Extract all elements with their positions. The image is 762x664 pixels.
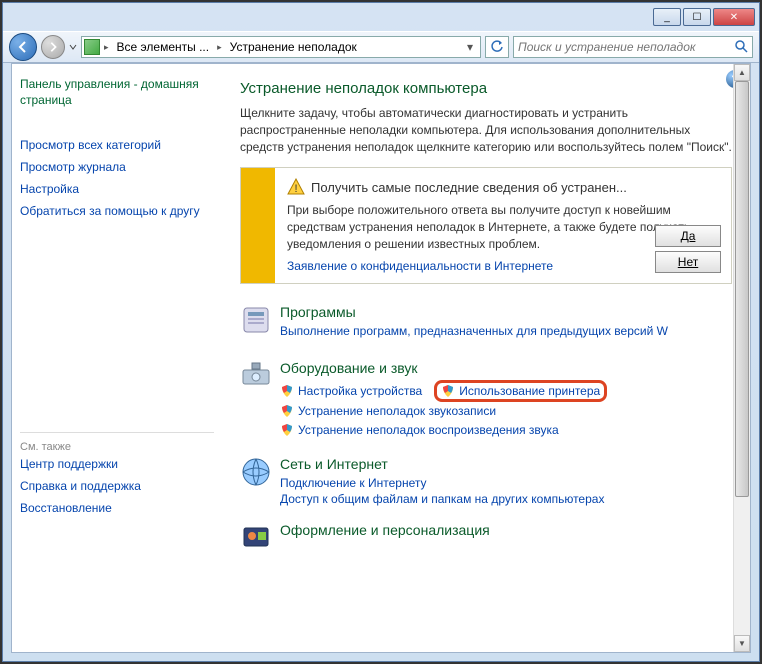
main-panel: ? Устранение неполадок компьютера Щелкни… — [222, 64, 750, 652]
task-link[interactable]: Использование принтера — [434, 380, 607, 402]
personalization-icon — [240, 522, 272, 554]
no-button[interactable]: Нет — [655, 251, 721, 273]
vertical-scrollbar[interactable]: ▲ ▼ — [733, 64, 750, 652]
sidebar-link-settings[interactable]: Настройка — [20, 178, 214, 200]
close-button[interactable]: ✕ — [713, 8, 755, 26]
address-bar[interactable]: ▸ Все элементы ... ▸ Устранение неполадо… — [81, 36, 481, 58]
titlebar: _ ☐ ✕ — [3, 3, 759, 31]
task-link[interactable]: Настройка устройства — [280, 380, 422, 402]
sidebar-link-action-center[interactable]: Центр поддержки — [20, 453, 214, 475]
warning-icon: ! — [287, 178, 305, 196]
page-description: Щелкните задачу, чтобы автоматически диа… — [240, 105, 732, 155]
sidebar-link-recovery[interactable]: Восстановление — [20, 497, 214, 519]
search-box[interactable] — [513, 36, 753, 58]
navbar: ▸ Все элементы ... ▸ Устранение неполадо… — [3, 31, 759, 63]
category-title[interactable]: Оборудование и звук — [280, 360, 732, 376]
back-button[interactable] — [9, 33, 37, 61]
category-programs: Программы Выполнение программ, предназна… — [240, 304, 732, 344]
yes-button[interactable]: Да — [655, 225, 721, 247]
privacy-link[interactable]: Заявление о конфиденциальности в Интерне… — [287, 259, 553, 273]
history-dropdown-icon[interactable] — [69, 41, 77, 53]
chevron-right-icon: ▸ — [104, 42, 109, 53]
task-link[interactable]: Доступ к общим файлам и папкам на других… — [280, 492, 604, 506]
notice-box: ! Получить самые последние сведения об у… — [240, 167, 732, 283]
sidebar-link-ask-friend[interactable]: Обратиться за помощью к другу — [20, 200, 214, 222]
category-title[interactable]: Оформление и персонализация — [280, 522, 732, 538]
content-area: Панель управления - домашняя страница Пр… — [11, 63, 751, 653]
notice-stripe — [241, 168, 275, 282]
task-link[interactable]: Выполнение программ, предназначенных для… — [280, 324, 668, 338]
search-input[interactable] — [518, 40, 734, 54]
forward-button[interactable] — [41, 35, 65, 59]
breadcrumb-segment[interactable]: Устранение неполадок — [226, 40, 361, 54]
chevron-right-icon: ▸ — [217, 42, 222, 53]
category-title[interactable]: Сеть и Интернет — [280, 456, 732, 472]
sidebar-link-all-categories[interactable]: Просмотр всех категорий — [20, 134, 214, 156]
maximize-button[interactable]: ☐ — [683, 8, 711, 26]
task-link[interactable]: Устранение неполадок воспроизведения зву… — [280, 423, 559, 437]
category-hardware: Оборудование и звук Настройка устройства… — [240, 360, 732, 440]
page-title: Устранение неполадок компьютера — [240, 80, 732, 97]
sidebar-link-history[interactable]: Просмотр журнала — [20, 156, 214, 178]
task-link[interactable]: Подключение к Интернету — [280, 476, 427, 490]
hardware-icon — [240, 360, 272, 392]
control-panel-icon — [84, 39, 100, 55]
minimize-button[interactable]: _ — [653, 8, 681, 26]
see-also-heading: См. также — [20, 432, 214, 453]
task-link[interactable]: Устранение неполадок звукозаписи — [280, 404, 496, 418]
breadcrumb-segment[interactable]: Все элементы ... — [113, 40, 214, 54]
sidebar-link-help[interactable]: Справка и поддержка — [20, 475, 214, 497]
sidebar: Панель управления - домашняя страница Пр… — [12, 64, 222, 652]
programs-icon — [240, 304, 272, 336]
category-network: Сеть и Интернет Подключение к Интернету Д… — [240, 456, 732, 506]
refresh-button[interactable] — [485, 36, 509, 58]
address-dropdown-icon[interactable]: ▾ — [462, 40, 478, 54]
scroll-up-button[interactable]: ▲ — [734, 64, 750, 81]
scroll-down-button[interactable]: ▼ — [734, 635, 750, 652]
network-icon — [240, 456, 272, 488]
category-title[interactable]: Программы — [280, 304, 732, 320]
scroll-thumb[interactable] — [735, 81, 749, 497]
search-icon[interactable] — [734, 39, 748, 56]
notice-title-text: Получить самые последние сведения об уст… — [311, 180, 627, 195]
sidebar-heading[interactable]: Панель управления - домашняя страница — [20, 76, 214, 108]
svg-text:!: ! — [294, 183, 297, 195]
category-personalization: Оформление и персонализация — [240, 522, 732, 562]
